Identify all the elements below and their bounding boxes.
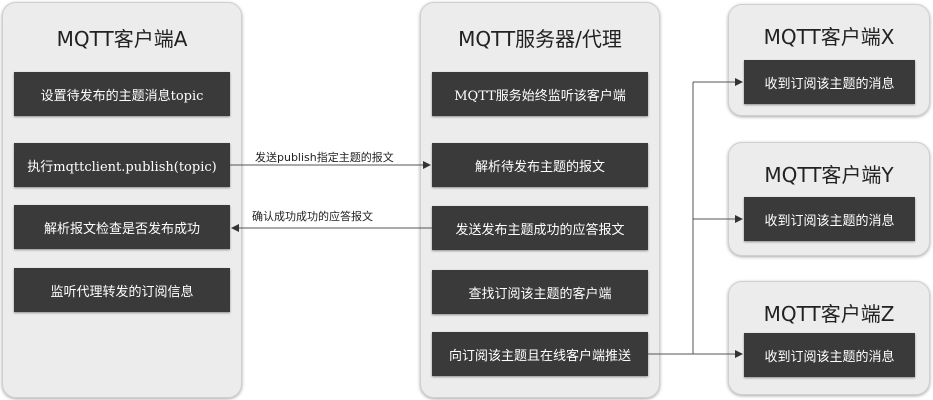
connector-arrows — [230, 78, 743, 358]
push-trunk-line — [648, 82, 694, 355]
